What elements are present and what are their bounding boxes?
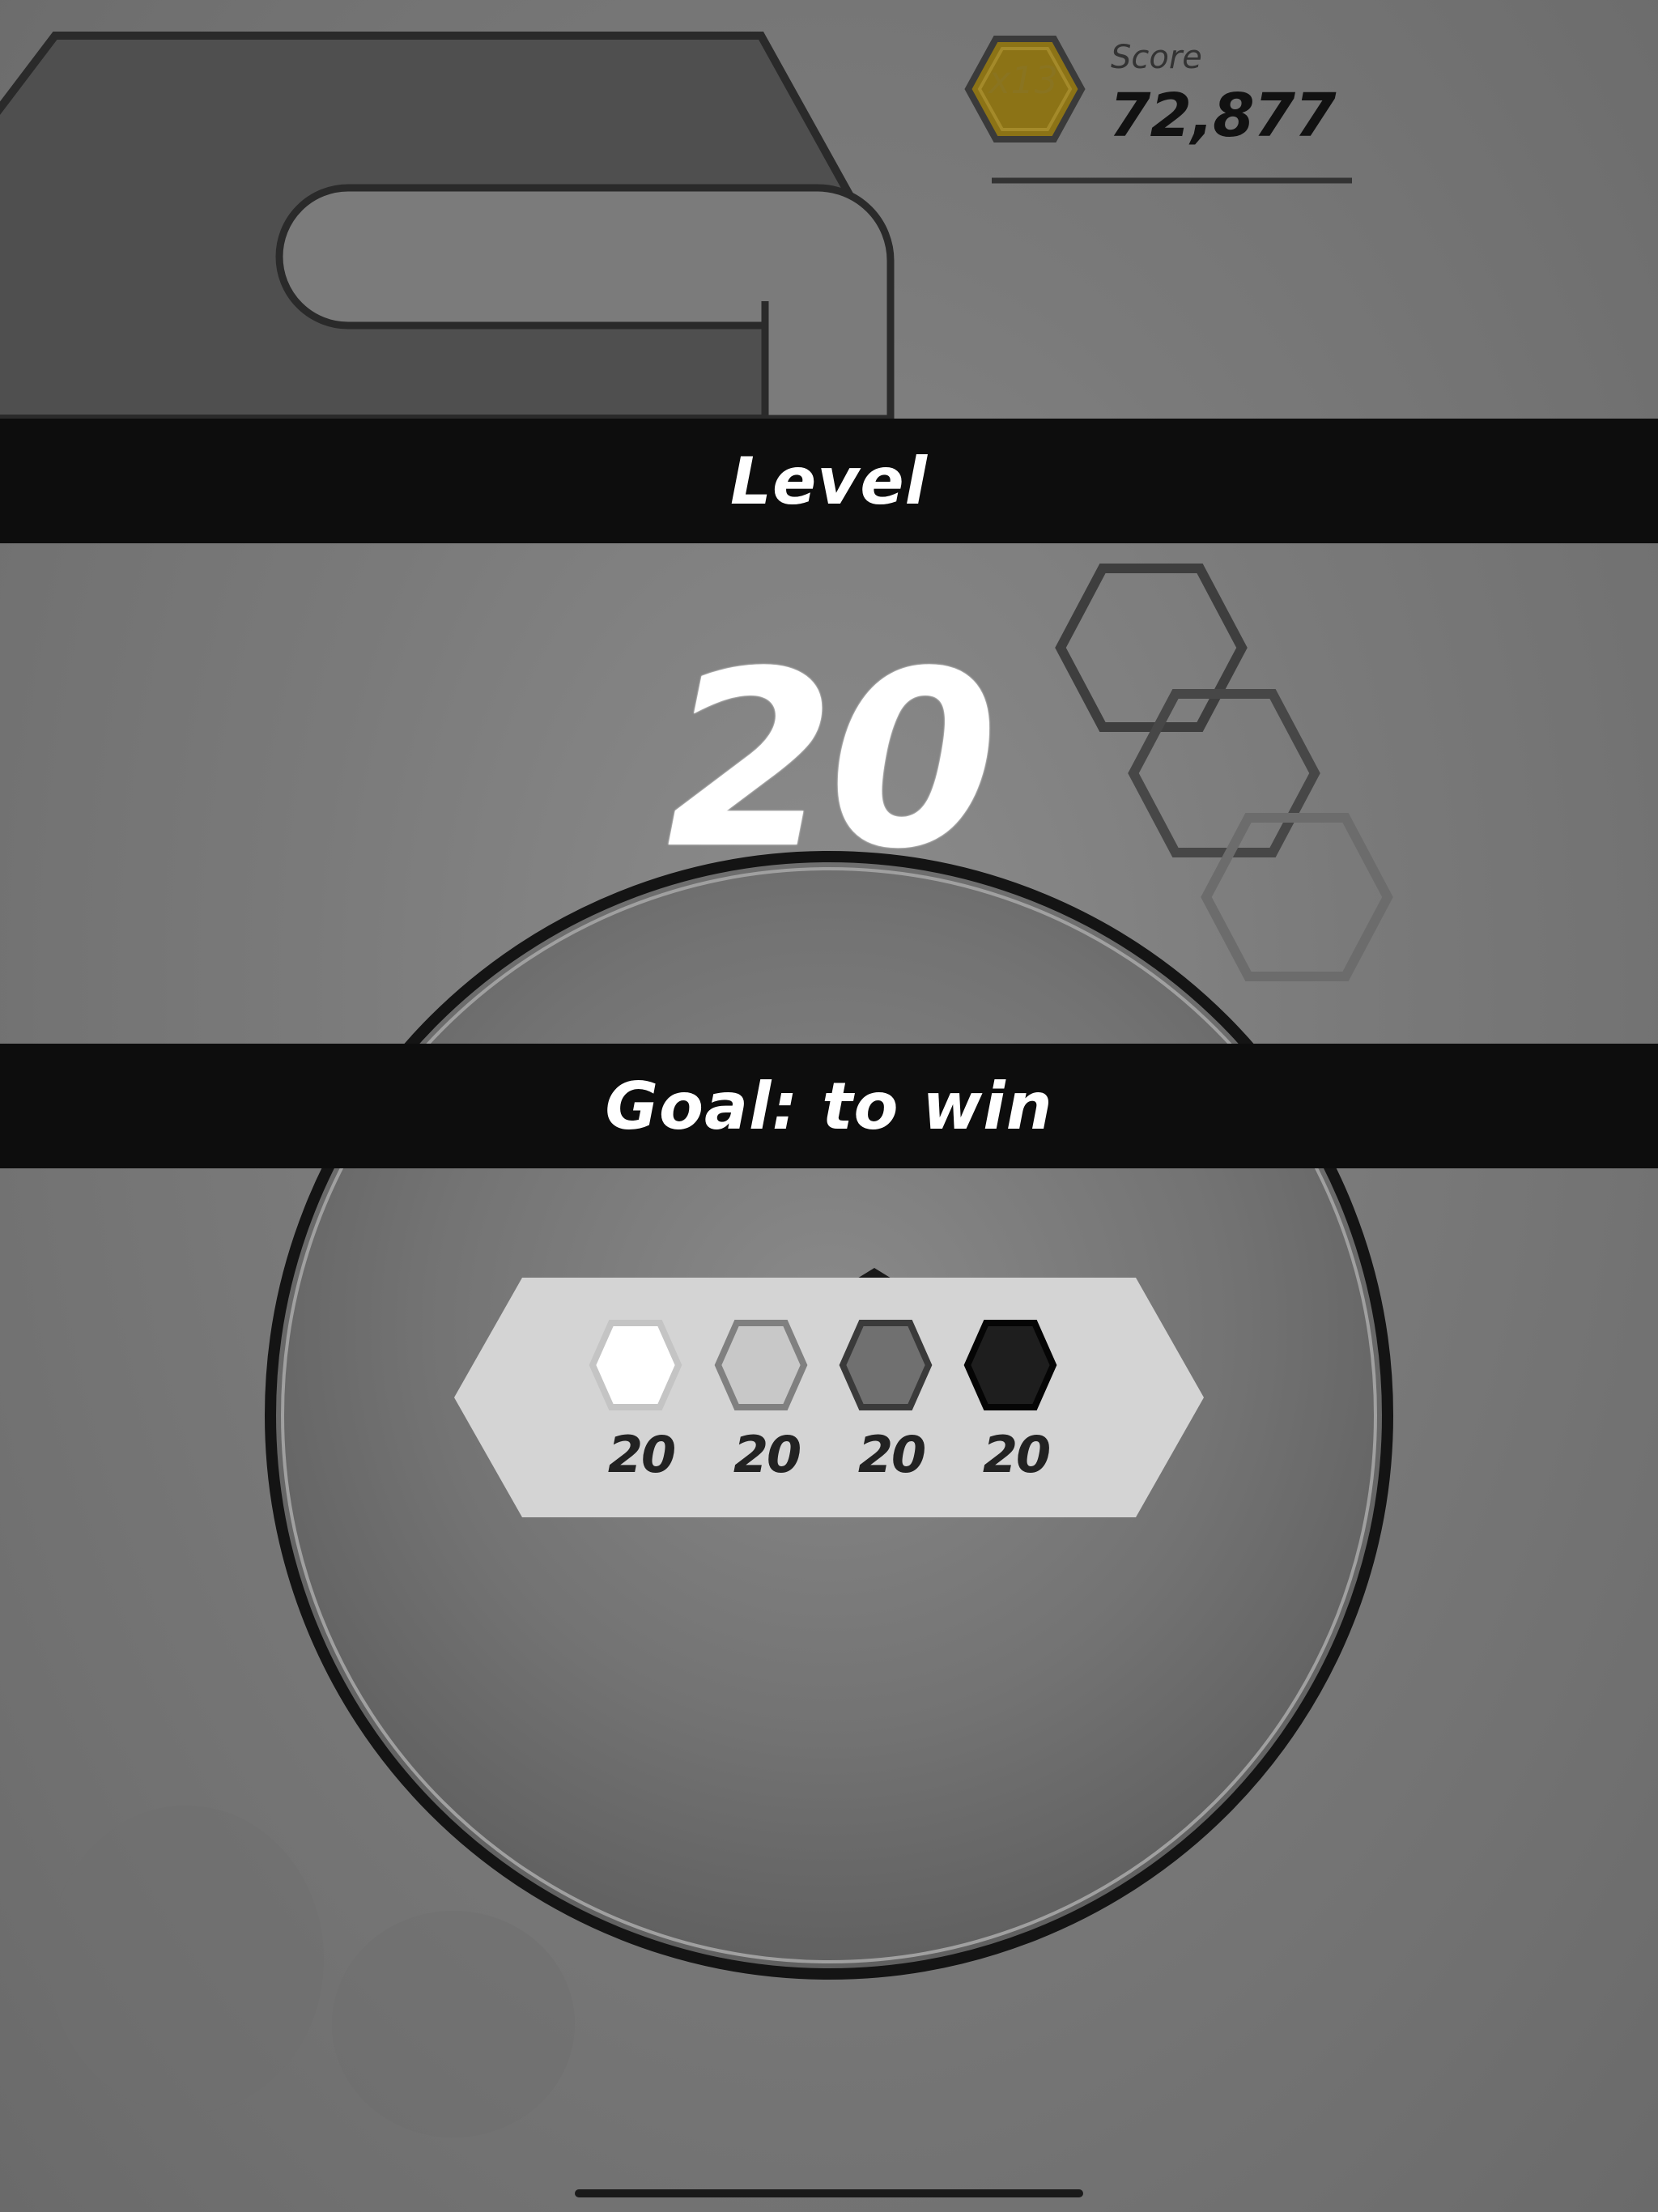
goal-label: Goal: to win [605,1068,1053,1144]
goal-hexagon-white-icon [589,1320,682,1410]
goal-banner: Goal: to win [0,1044,1658,1168]
goal-hexagon-dark-gray-icon [839,1320,933,1410]
score-label: Score [1111,39,1202,76]
goal-panel [454,1278,1204,1517]
level-banner: Level [0,419,1658,543]
goal-count-black: 20 [982,1425,1051,1484]
score-value: 72,877 [1109,81,1337,151]
level-label: Level [729,443,929,519]
hexagon-cluster-icon [1055,564,1393,981]
goal-count-light-gray: 20 [733,1425,801,1484]
score-multiplier-label: x13 [988,58,1058,102]
goal-hexagon-black-icon [963,1320,1057,1410]
level-number: 20 [666,619,997,902]
goal-count-dark-gray: 20 [857,1425,926,1484]
home-indicator[interactable] [575,2189,1083,2197]
goal-count-white: 20 [607,1425,676,1484]
goal-hexagon-light-gray-icon [714,1320,808,1410]
top-left-hexagon-tile [0,32,895,423]
